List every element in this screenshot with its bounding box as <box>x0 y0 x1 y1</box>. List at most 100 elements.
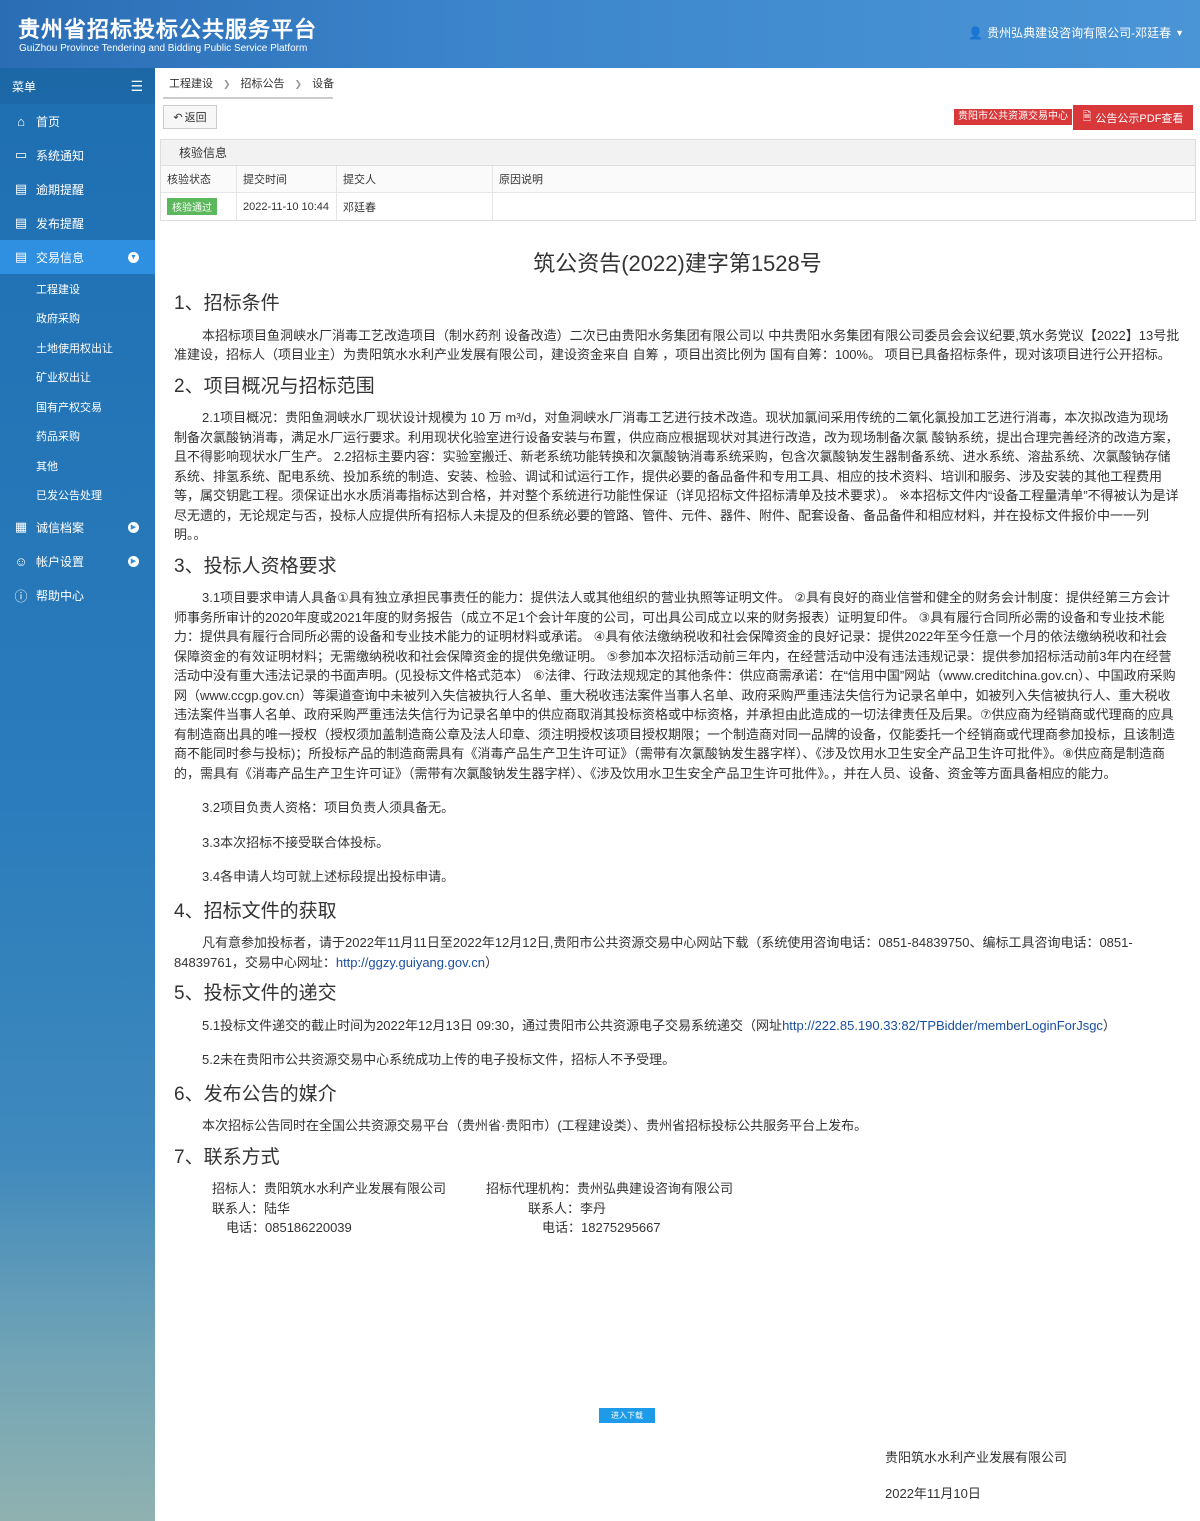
sidebar-subitem-gov-purchase[interactable]: 政府采购 <box>0 304 155 334</box>
sidebar-item-label: 首页 <box>36 114 61 129</box>
user-name: 贵州弘典建设咨询有限公司-邓廷春 <box>987 26 1172 40</box>
section-paragraph: 3.4各申请人均可就上述标段提出投标申请。 <box>202 869 455 884</box>
section-paragraph: 5.2未在贵阳市公共资源交易中心系统成功上传的电子投标文件，招标人不予受理。 <box>202 1052 676 1067</box>
site-subtitle: GuiZhou Province Tendering and Bidding P… <box>19 43 308 54</box>
page-title: 筑公资告(2022)建字第1528号 <box>533 251 822 276</box>
signature-company: 贵阳筑水水利产业发展有限公司 <box>885 1450 1068 1465</box>
paragraph-text: ） <box>1102 1017 1116 1033</box>
pdf-view-label: 公告公示PDF查看 <box>1095 112 1184 125</box>
user-icon: ☺ <box>14 553 28 569</box>
site-title[interactable]: 贵州省招标投标公共服务平台 <box>18 12 317 44</box>
sidebar-item-overdue[interactable]: ▤ 逾期提醒 <box>0 172 155 206</box>
sidebar-item-label: 逾期提醒 <box>36 182 85 197</box>
chevron-down-icon: ▼ <box>128 251 139 263</box>
sidebar-subitem-medicine[interactable]: 药品采购 <box>0 422 155 452</box>
sidebar-subitem-mining[interactable]: 矿业权出让 <box>0 363 155 393</box>
sidebar-item-trade[interactable]: ▤ 交易信息 ▼ <box>0 240 155 274</box>
sidebar-subitem-land[interactable]: 土地使用权出让 <box>0 333 155 363</box>
section-title: 7、联系方式 <box>174 1146 280 1168</box>
menu-label: 菜单 <box>12 79 37 94</box>
trading-center-tag: 贵阳市公共资源交易中心 <box>954 109 1072 125</box>
app-header: 贵州省招标投标公共服务平台 GuiZhou Province Tendering… <box>0 0 1200 68</box>
sidebar-item-publish[interactable]: ▤ 发布提醒 <box>0 206 155 240</box>
time-cell: 2022-11-10 10:44 <box>237 193 337 220</box>
sidebar-item-account[interactable]: ☺ 帐户设置 ▶ <box>0 544 155 578</box>
col-time: 提交时间 <box>237 166 337 192</box>
agent-contact: 联系人：李丹 <box>528 1200 607 1216</box>
pdf-view-button[interactable]: 🗎 公告公示PDF查看 <box>1073 105 1193 130</box>
section-title: 4、招标文件的获取 <box>174 900 337 922</box>
list-icon: ▤ <box>14 181 28 196</box>
agent: 招标代理机构：贵州弘典建设咨询有限公司 <box>486 1181 734 1196</box>
back-icon: ↶ <box>173 111 183 124</box>
section-paragraph: 本次招标公告同时在全国公共资源交易平台（贵州省·贵阳市）(工程建设类）、贵州省招… <box>202 1118 868 1133</box>
monitor-icon: ▭ <box>14 147 28 162</box>
back-label: 返回 <box>184 112 207 124</box>
verify-header-row: 核验状态 提交时间 提交人 原因说明 <box>161 166 1195 193</box>
sidebar-subitem-other[interactable]: 其他 <box>0 451 155 481</box>
breadcrumb-item[interactable]: 设备 <box>306 75 340 93</box>
section-title: 1、招标条件 <box>174 293 280 314</box>
section-paragraph: 3.2项目负责人资格：项目负责人须具备无。 <box>202 800 455 815</box>
sidebar-item-label: 发布提醒 <box>36 216 85 231</box>
section-title: 2、项目概况与招标范围 <box>174 375 375 397</box>
status-badge: 核验通过 <box>167 198 217 215</box>
tenderer-phone: 电话：085186220039 <box>226 1220 352 1235</box>
chevron-right-icon: ▶ <box>128 555 139 567</box>
paragraph-text: 凡有意参加投标者，请于2022年11月11日至2022年12月12日,贵阳市公共… <box>174 935 1133 970</box>
sidebar: 菜单 ☰ ⌂ 首页 ▭ 系统通知 ▤ 逾期提醒 ▤ 发布提醒 ▤ 交易信息 ▼ … <box>0 68 155 1521</box>
paragraph-text: 5.1投标文件递交的截止时间为2022年12月13日 09:30，通过贵阳市公共… <box>202 1017 783 1033</box>
menu-header: 菜单 ☰ <box>0 68 155 104</box>
paragraph-text: ） <box>484 954 498 970</box>
contact-block: 招标人：贵阳筑水水利产业发展有限公司 招标代理机构：贵州弘典建设咨询有限公司 联系… <box>212 1179 1180 1238</box>
chevron-right-icon: ❯ <box>223 78 231 89</box>
announcement-body: 1、招标条件 本招标项目鱼洞峡水厂消毒工艺改造项目（制水药剂 设备改造）二次已由… <box>174 290 1180 1238</box>
sidebar-subitem-published[interactable]: 已发公告处理 <box>0 481 155 511</box>
document-icon: 🗎 <box>1082 111 1092 123</box>
section-title: 6、发布公告的媒介 <box>174 1083 337 1105</box>
chevron-right-icon: ❯ <box>294 78 303 89</box>
status-cell: 核验通过 <box>161 193 237 220</box>
section-paragraph: 3.1项目要求申请人具备①具有独立承担民事责任的能力：提供法人或其他组织的营业执… <box>174 590 1176 781</box>
verify-panel: 核验信息 核验状态 提交时间 提交人 原因说明 核验通过 2022-11-10 … <box>160 139 1196 221</box>
hamburger-icon[interactable]: ☰ <box>130 78 143 95</box>
download-button[interactable]: 进入下载 <box>599 1408 655 1423</box>
trading-center-link[interactable]: http://ggzy.guiyang.gov.cn <box>336 955 485 970</box>
verify-title: 核验信息 <box>161 140 1195 166</box>
section-paragraph: 5.1投标文件递交的截止时间为2022年12月13日 09:30，通过贵阳市公共… <box>174 1016 1180 1036</box>
sidebar-item-label: 交易信息 <box>36 250 85 265</box>
sidebar-item-help[interactable]: ⓘ 帮助中心 <box>0 578 155 612</box>
sidebar-subitem-engineering[interactable]: 工程建设 <box>0 274 155 304</box>
breadcrumb-item[interactable]: 工程建设 <box>163 75 219 93</box>
user-icon: 👤 <box>968 25 984 40</box>
breadcrumb-underline <box>163 97 333 99</box>
col-status: 核验状态 <box>161 166 237 192</box>
breadcrumb-item[interactable]: 招标公告 <box>235 75 291 93</box>
user-menu[interactable]: 👤 贵州弘典建设咨询有限公司-邓廷春 ▼ <box>968 24 1184 41</box>
sidebar-subitem-state-assets[interactable]: 国有产权交易 <box>0 392 155 422</box>
sidebar-item-credit[interactable]: ▦ 诚信档案 ▶ <box>0 510 155 544</box>
col-submitter: 提交人 <box>337 166 493 192</box>
back-button[interactable]: ↶ 返回 <box>163 105 217 129</box>
sidebar-item-notice[interactable]: ▭ 系统通知 <box>0 138 155 172</box>
home-icon: ⌂ <box>17 113 25 129</box>
section-paragraph: 2.1项目概况：贵阳鱼洞峡水厂现状设计规模为 10 万 m³/d，对鱼洞峡水厂消… <box>174 410 1179 542</box>
sidebar-item-label: 帮助中心 <box>36 588 85 603</box>
grid-icon: ▦ <box>14 519 28 534</box>
agent-phone: 电话：18275295667 <box>542 1220 661 1235</box>
caret-down-icon: ▼ <box>1175 27 1184 38</box>
col-reason: 原因说明 <box>499 174 543 186</box>
section-title: 5、投标文件的递交 <box>174 983 337 1004</box>
section-paragraph: 本招标项目鱼洞峡水厂消毒工艺改造项目（制水药剂 设备改造）二次已由贵阳水务集团有… <box>174 327 1180 363</box>
sidebar-item-home[interactable]: ⌂ 首页 <box>0 104 155 138</box>
help-icon: ⓘ <box>14 588 28 604</box>
sidebar-item-label: 帐户设置 <box>36 554 85 569</box>
sidebar-item-label: 系统通知 <box>36 148 85 163</box>
submitter-cell: 邓廷春 <box>337 193 493 220</box>
section-paragraph: 凡有意参加投标者，请于2022年11月11日至2022年12月12日,贵阳市公共… <box>174 933 1180 972</box>
signature-date: 2022年11月10日 <box>885 1486 981 1501</box>
tenderer: 招标人：贵阳筑水水利产业发展有限公司 <box>212 1181 447 1196</box>
breadcrumb: 工程建设 ❯ 招标公告 ❯ 设备 <box>163 72 340 96</box>
list-icon: ▤ <box>14 215 28 230</box>
submission-system-link[interactable]: http://222.85.190.33:82/TPBidder/memberL… <box>782 1018 1103 1033</box>
